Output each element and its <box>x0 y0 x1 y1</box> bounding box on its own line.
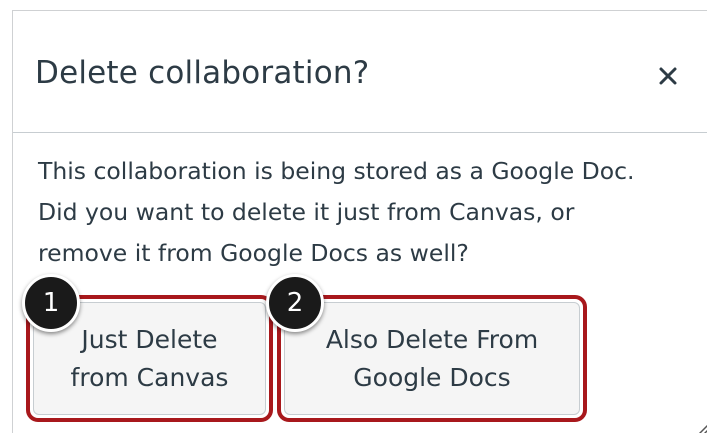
close-icon <box>659 67 677 85</box>
also-delete-from-google-docs-button[interactable]: Also Delete From Google Docs <box>284 302 580 415</box>
message-line: Did you want to delete it just from Canv… <box>38 198 575 226</box>
message-line: This collaboration is being stored as a … <box>38 157 635 185</box>
button-label-line: Also Delete From <box>325 324 539 354</box>
close-button[interactable] <box>653 61 683 91</box>
dialog-header: Delete collaboration? <box>13 11 707 133</box>
button-label-line: Google Docs <box>353 362 511 392</box>
message-line: remove it from Google Docs as well? <box>38 239 469 267</box>
page: Delete collaboration? This collaboration… <box>0 0 707 433</box>
step-badge-2: 2 <box>266 274 324 332</box>
step-badge-1: 1 <box>22 274 80 332</box>
button-label-line: Just Delete <box>81 324 218 354</box>
dialog-title: Delete collaboration? <box>35 55 370 91</box>
dialog-message: This collaboration is being stored as a … <box>38 151 688 274</box>
highlight-also-delete: Also Delete From Google Docs <box>277 295 587 422</box>
button-label-line: from Canvas <box>70 362 229 392</box>
resize-handle-icon[interactable] <box>693 416 707 433</box>
